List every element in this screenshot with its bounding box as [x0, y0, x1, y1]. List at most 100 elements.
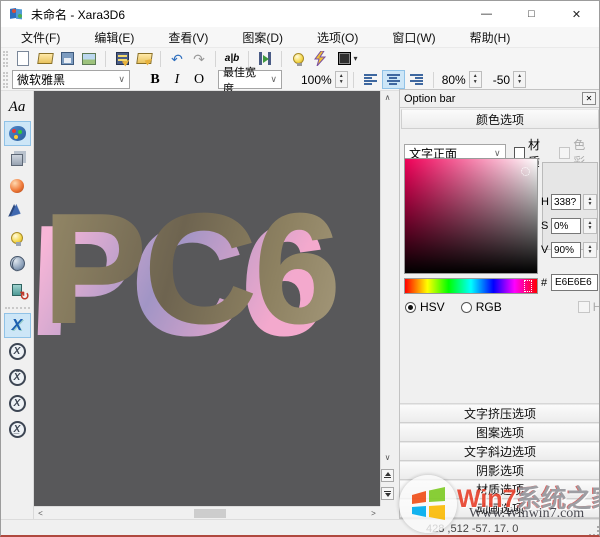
hsv-radio-label: HSV	[420, 300, 445, 314]
redo-button[interactable]: ↷	[188, 49, 210, 68]
preview-style-1[interactable]: X	[4, 339, 31, 364]
shadow-options-header[interactable]: 阴影选项	[400, 461, 600, 480]
animation-options-tool[interactable]	[4, 277, 31, 302]
preview-style-4[interactable]: X̲	[4, 417, 31, 442]
h-label: H	[541, 196, 551, 208]
rgb-radio[interactable]: RGB	[461, 300, 502, 314]
preview-style-current[interactable]: X	[4, 313, 31, 338]
new-document-button[interactable]	[12, 49, 34, 68]
page-up-button[interactable]	[381, 469, 394, 482]
checkbox-icon	[578, 301, 590, 313]
shadow-options-tool[interactable]	[4, 173, 31, 198]
saturation-spinner[interactable]: ▲▼	[583, 218, 597, 234]
color-options-tool[interactable]	[4, 121, 31, 146]
application-window: 未命名 - Xara3D6 — □ ✕ 文件(F) 编辑(E) 查看(V) 图案…	[0, 0, 600, 537]
font-family-value: 微软雅黑	[17, 71, 65, 88]
chevron-down-icon: ∨	[264, 74, 277, 85]
pattern-options-header[interactable]: 图案选项	[400, 423, 600, 442]
extrusion-options-header[interactable]: 文字挤压选项	[400, 404, 600, 423]
align-center-button[interactable]	[382, 70, 405, 89]
menu-help[interactable]: 帮助(H)	[460, 27, 521, 48]
spinner-arrows-icon[interactable]: ▲▼	[513, 71, 526, 88]
sv-picker-marker[interactable]	[521, 167, 530, 176]
font-family-select[interactable]: 微软雅黑 ∨	[12, 70, 130, 89]
texture-options-tool[interactable]	[4, 251, 31, 276]
hue-slider[interactable]	[404, 278, 538, 294]
italic-button[interactable]: I	[166, 70, 188, 89]
color-mode-row: HSV RGB HEX	[405, 300, 597, 314]
x-logo-icon: X	[12, 317, 23, 335]
spinner-arrows-icon[interactable]: ▲▼	[335, 71, 348, 88]
bevel-options-tool[interactable]	[4, 199, 31, 224]
hue-spinner[interactable]: ▲▼	[583, 194, 597, 210]
lighting-options-tool[interactable]	[4, 225, 31, 250]
texture-options-header[interactable]: 材质选项	[400, 480, 600, 499]
saturation-input[interactable]: 0%	[551, 218, 581, 234]
value-spinner[interactable]: ▲▼	[583, 242, 597, 258]
scroll-down-button[interactable]: ∨	[381, 451, 394, 464]
hue-input[interactable]: 338?	[551, 194, 581, 210]
bold-button[interactable]: B	[144, 70, 166, 89]
export-image-button[interactable]	[78, 49, 100, 68]
lighting-toggle-button[interactable]	[287, 49, 309, 68]
value-input[interactable]: 90%	[551, 242, 581, 258]
toolbar-separator	[215, 51, 216, 67]
menu-window[interactable]: 窗口(W)	[382, 27, 445, 48]
menu-design[interactable]: 图案(D)	[232, 27, 293, 48]
saturation-field-row: S 0% ▲▼	[541, 218, 597, 234]
hue-slider-marker[interactable]	[524, 280, 532, 292]
saturation-value-picker[interactable]	[404, 158, 538, 274]
close-button[interactable]: ✕	[554, 1, 599, 27]
preview-style-2[interactable]: X̃	[4, 365, 31, 390]
preview-style-3[interactable]: X	[4, 391, 31, 416]
line-spacing-spinner[interactable]: 80% ▲▼	[439, 70, 482, 89]
panel-close-button[interactable]: ✕	[582, 92, 596, 105]
scroll-up-button[interactable]: ∧	[381, 91, 394, 104]
spinner-arrows-icon[interactable]: ▲▼	[469, 71, 482, 88]
text-options-tool[interactable]: Aa	[4, 95, 31, 120]
save-button[interactable]	[56, 49, 78, 68]
undo-button[interactable]: ↶	[166, 49, 188, 68]
design-canvas[interactable]: PC6 PC6	[34, 91, 380, 506]
color-options-header[interactable]: 颜色选项	[401, 109, 599, 129]
resize-grip[interactable]	[589, 526, 599, 536]
font-size-spinner[interactable]: 100% ▲▼	[298, 70, 348, 89]
align-center-icon	[387, 74, 400, 85]
menu-edit[interactable]: 编辑(E)	[84, 27, 144, 48]
toolbar-grip[interactable]	[3, 51, 8, 67]
extrusion-options-tool[interactable]	[4, 147, 31, 172]
page-down-button[interactable]	[381, 487, 394, 500]
width-mode-select[interactable]: 最佳宽度 ∨	[218, 70, 282, 89]
export-animation-button[interactable]	[111, 49, 133, 68]
menu-options[interactable]: 选项(O)	[307, 27, 368, 48]
rgb-radio-label: RGB	[476, 300, 502, 314]
rotating-cube-icon	[12, 284, 22, 296]
vertical-scrollbar[interactable]: ∧ ∨	[380, 91, 393, 506]
hsv-radio[interactable]: HSV	[405, 300, 445, 314]
canvas-3d-text[interactable]: PC6 PC6	[42, 179, 372, 409]
extrude-cube-icon	[11, 154, 23, 166]
maximize-button[interactable]: □	[509, 1, 554, 27]
menu-view[interactable]: 查看(V)	[158, 27, 218, 48]
tracking-spinner[interactable]: -50 ▲▼	[490, 70, 526, 89]
align-right-button[interactable]	[405, 70, 428, 89]
scrollbar-thumb[interactable]	[194, 509, 226, 518]
hex-input[interactable]: E6E6E6	[551, 274, 598, 291]
bevel-options-header[interactable]: 文字斜边选项	[400, 442, 600, 461]
quality-button[interactable]	[309, 49, 331, 68]
horizontal-scrollbar[interactable]: < >	[34, 506, 380, 519]
export-vector-button[interactable]	[133, 49, 155, 68]
menu-file[interactable]: 文件(F)	[11, 27, 70, 48]
status-coordinates: 428 ,512 -57. 17. 0	[426, 523, 518, 535]
outline-button[interactable]: O	[188, 70, 210, 89]
minimize-button[interactable]: —	[464, 1, 509, 27]
hex-hash-label: #	[541, 277, 551, 289]
toolbar-grip[interactable]	[3, 72, 8, 88]
animation-options-header[interactable]: 动画选项	[400, 499, 600, 518]
align-left-button[interactable]	[359, 70, 382, 89]
background-color-button[interactable]: ▾	[331, 49, 365, 68]
toolbar-separator	[281, 51, 282, 67]
open-button[interactable]	[34, 49, 56, 68]
hex-checkbox-disabled: HEX	[578, 300, 600, 314]
option-bar-titlebar[interactable]: Option bar ✕	[400, 90, 600, 108]
